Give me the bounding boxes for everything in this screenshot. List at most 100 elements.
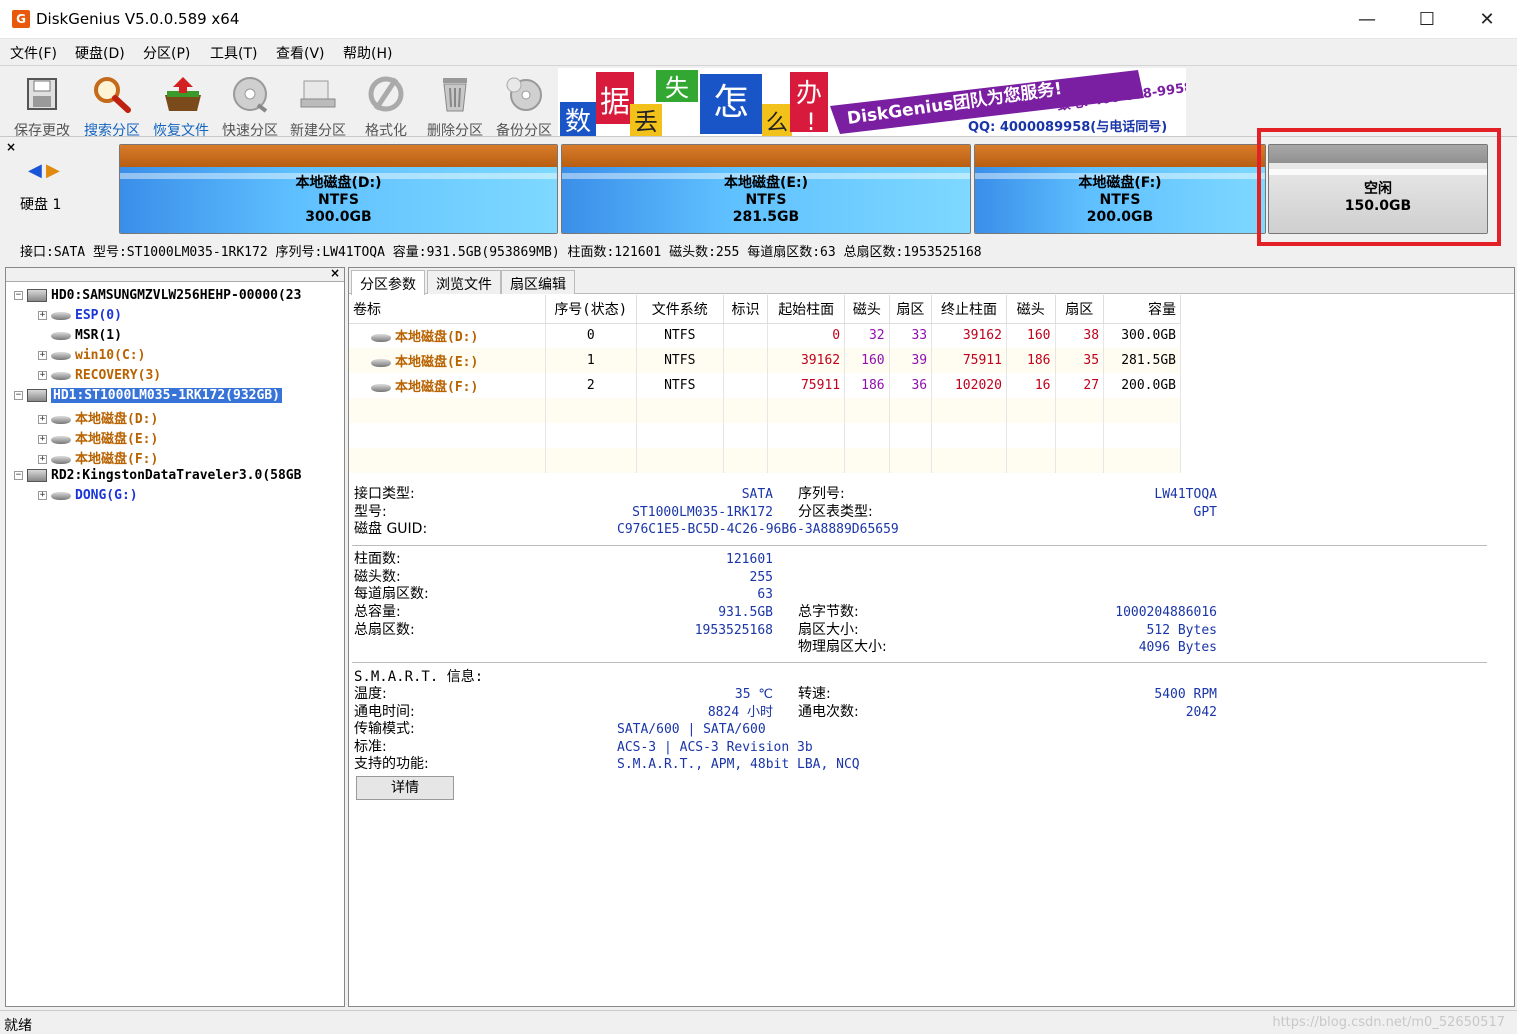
backup-icon bbox=[504, 74, 544, 114]
tree-volume-item[interactable]: + ESP(0) bbox=[38, 308, 122, 328]
partition-bar-d[interactable]: 本地磁盘(D:) NTFS 300.0GB bbox=[119, 144, 558, 234]
banner-char-2: 据 bbox=[600, 85, 630, 120]
rpm-label: 转速: bbox=[798, 686, 831, 702]
minimize-button[interactable]: — bbox=[1337, 0, 1397, 39]
table-cell: 300.0GB bbox=[1103, 323, 1181, 348]
col-index[interactable]: 序号(状态) bbox=[545, 295, 637, 324]
tree-item-label: 本地磁盘(F:) bbox=[75, 452, 159, 467]
diskmap-close-icon[interactable]: × bbox=[6, 140, 16, 154]
tab-sector-edit[interactable]: 扇区编辑 bbox=[501, 270, 575, 294]
expand-icon[interactable]: + bbox=[38, 311, 47, 320]
expand-icon[interactable]: + bbox=[38, 435, 47, 444]
cylinders-label: 柱面数: bbox=[354, 551, 401, 567]
expand-icon[interactable]: + bbox=[38, 351, 47, 360]
hard-disk-icon bbox=[27, 469, 47, 482]
collapse-icon[interactable]: − bbox=[14, 391, 23, 400]
total-bytes-value: 1000204886016 bbox=[1115, 605, 1217, 620]
menu-bar: 文件(F) 硬盘(D) 分区(P) 工具(T) 查看(V) 帮助(H) bbox=[0, 39, 1517, 65]
tree-volume-item[interactable]: + 本地磁盘(D:) bbox=[38, 408, 158, 428]
col-capacity[interactable]: 容量 bbox=[1103, 295, 1181, 324]
collapse-icon[interactable]: − bbox=[14, 471, 23, 480]
temperature-label: 温度: bbox=[354, 686, 387, 702]
tree-item-label: MSR(1) bbox=[75, 328, 122, 343]
col-start-sector[interactable]: 扇区 bbox=[889, 295, 933, 324]
tree-disk-item[interactable]: − HD0:SAMSUNGMZVLW256HEHP-00000(23 bbox=[14, 288, 301, 308]
tree-volume-item[interactable]: + win10(C:) bbox=[38, 348, 145, 368]
prev-disk-icon[interactable]: ◀ bbox=[28, 160, 42, 181]
search-partition-button[interactable]: 搜索分区 bbox=[78, 70, 146, 139]
features-label: 支持的功能: bbox=[354, 756, 429, 772]
ptable-type-label: 分区表类型: bbox=[798, 504, 873, 520]
menu-file[interactable]: 文件(F) bbox=[10, 43, 57, 63]
tree-volume-item[interactable]: + RECOVERY(3) bbox=[38, 368, 161, 388]
col-start-cyl[interactable]: 起始柱面 bbox=[767, 295, 846, 324]
menu-disk[interactable]: 硬盘(D) bbox=[75, 43, 125, 63]
tree-volume-item[interactable]: + 本地磁盘(E:) bbox=[38, 428, 158, 448]
col-id[interactable]: 标识 bbox=[723, 295, 769, 324]
tree-close-icon[interactable]: × bbox=[330, 266, 340, 280]
maximize-button[interactable]: ☐ bbox=[1397, 0, 1457, 39]
features-value: S.M.A.R.T., APM, 48bit LBA, NCQ bbox=[617, 757, 860, 772]
table-row[interactable]: 本地磁盘(F:) 2 NTFS 75911 186 36 102020 16 27 200.0GB bbox=[349, 373, 1181, 398]
new-partition-button[interactable]: 新建分区 bbox=[284, 70, 352, 139]
format-button[interactable]: 格式化 bbox=[352, 70, 420, 139]
col-filesystem[interactable]: 文件系统 bbox=[636, 295, 724, 324]
delete-partition-button[interactable]: 删除分区 bbox=[421, 70, 489, 139]
rpm-value: 5400 RPM bbox=[1154, 687, 1217, 702]
expand-icon[interactable]: + bbox=[38, 455, 47, 464]
menu-view[interactable]: 查看(V) bbox=[276, 43, 325, 63]
col-end-sector[interactable]: 扇区 bbox=[1055, 295, 1105, 324]
capacity-label: 总容量: bbox=[354, 604, 401, 620]
model-label: 型号: bbox=[354, 504, 387, 520]
table-cell: 0 bbox=[767, 323, 846, 348]
col-volume[interactable]: 卷标 bbox=[349, 295, 546, 324]
tree-disk-item[interactable]: − RD2:KingstonDataTraveler3.0(58GB bbox=[14, 468, 301, 488]
disk-label: 硬盘 1 bbox=[20, 197, 62, 213]
tree-volume-item[interactable]: + DONG(G:) bbox=[38, 488, 138, 508]
tab-browse-files[interactable]: 浏览文件 bbox=[427, 270, 501, 294]
col-end-cyl[interactable]: 终止柱面 bbox=[931, 295, 1007, 324]
tree-volume-item[interactable]: MSR(1) bbox=[38, 328, 122, 348]
smart-label: S.M.A.R.T. 信息: bbox=[354, 669, 484, 685]
menu-tools[interactable]: 工具(T) bbox=[210, 43, 257, 63]
expand-icon[interactable]: + bbox=[38, 371, 47, 380]
table-row[interactable]: 本地磁盘(E:) 1 NTFS 39162 160 39 75911 186 35 281.5GB bbox=[349, 348, 1181, 373]
tree-volume-item[interactable]: + 本地磁盘(F:) bbox=[38, 448, 158, 468]
menu-partition[interactable]: 分区(P) bbox=[143, 43, 190, 63]
collapse-icon[interactable]: − bbox=[14, 291, 23, 300]
tab-partition-params[interactable]: 分区参数 bbox=[351, 270, 425, 295]
empty-row bbox=[349, 398, 1181, 423]
expand-icon[interactable]: + bbox=[38, 491, 47, 500]
menu-help[interactable]: 帮助(H) bbox=[343, 43, 392, 63]
heads-value: 255 bbox=[749, 570, 773, 585]
backup-partition-button[interactable]: 备份分区 bbox=[490, 70, 558, 139]
table-cell bbox=[349, 398, 546, 423]
table-cell bbox=[1103, 448, 1181, 473]
partition-bar-f[interactable]: 本地磁盘(F:) NTFS 200.0GB bbox=[974, 144, 1266, 234]
quick-partition-button[interactable]: 快速分区 bbox=[216, 70, 284, 139]
volume-name: 本地磁盘(D:) bbox=[395, 330, 479, 346]
tree-disk-item[interactable]: − HD1:ST1000LM035-1RK172(932GB) bbox=[14, 388, 282, 408]
table-cell bbox=[545, 423, 637, 448]
capacity-value: 931.5GB bbox=[718, 605, 773, 620]
next-disk-icon[interactable]: ▶ bbox=[46, 160, 60, 181]
table-row[interactable]: 本地磁盘(D:) 0 NTFS 0 32 33 39162 160 38 300.0GB bbox=[349, 323, 1181, 348]
table-cell: 39162 bbox=[767, 348, 846, 373]
col-end-head[interactable]: 磁头 bbox=[1006, 295, 1056, 324]
close-button[interactable]: ✕ bbox=[1457, 0, 1517, 39]
table-cell bbox=[1006, 398, 1056, 423]
table-cell bbox=[723, 323, 769, 348]
save-changes-button[interactable]: 保存更改 bbox=[8, 70, 76, 139]
col-start-head[interactable]: 磁头 bbox=[844, 295, 890, 324]
empty-row bbox=[349, 448, 1181, 473]
table-cell bbox=[636, 448, 724, 473]
table-cell: 186 bbox=[844, 373, 890, 398]
details-button[interactable]: 详情 bbox=[356, 776, 454, 800]
recover-files-button[interactable]: 恢复文件 bbox=[147, 70, 215, 139]
table-cell bbox=[889, 423, 933, 448]
table-cell: NTFS bbox=[636, 373, 724, 398]
volume-icon bbox=[51, 311, 71, 320]
partition-bar-e[interactable]: 本地磁盘(E:) NTFS 281.5GB bbox=[561, 144, 971, 234]
expand-icon[interactable]: + bbox=[38, 415, 47, 424]
ad-banner[interactable]: 数 据 丢 失 怎 么 办 ! DiskGenius团队为您服务! 致电: 40… bbox=[558, 68, 1186, 136]
